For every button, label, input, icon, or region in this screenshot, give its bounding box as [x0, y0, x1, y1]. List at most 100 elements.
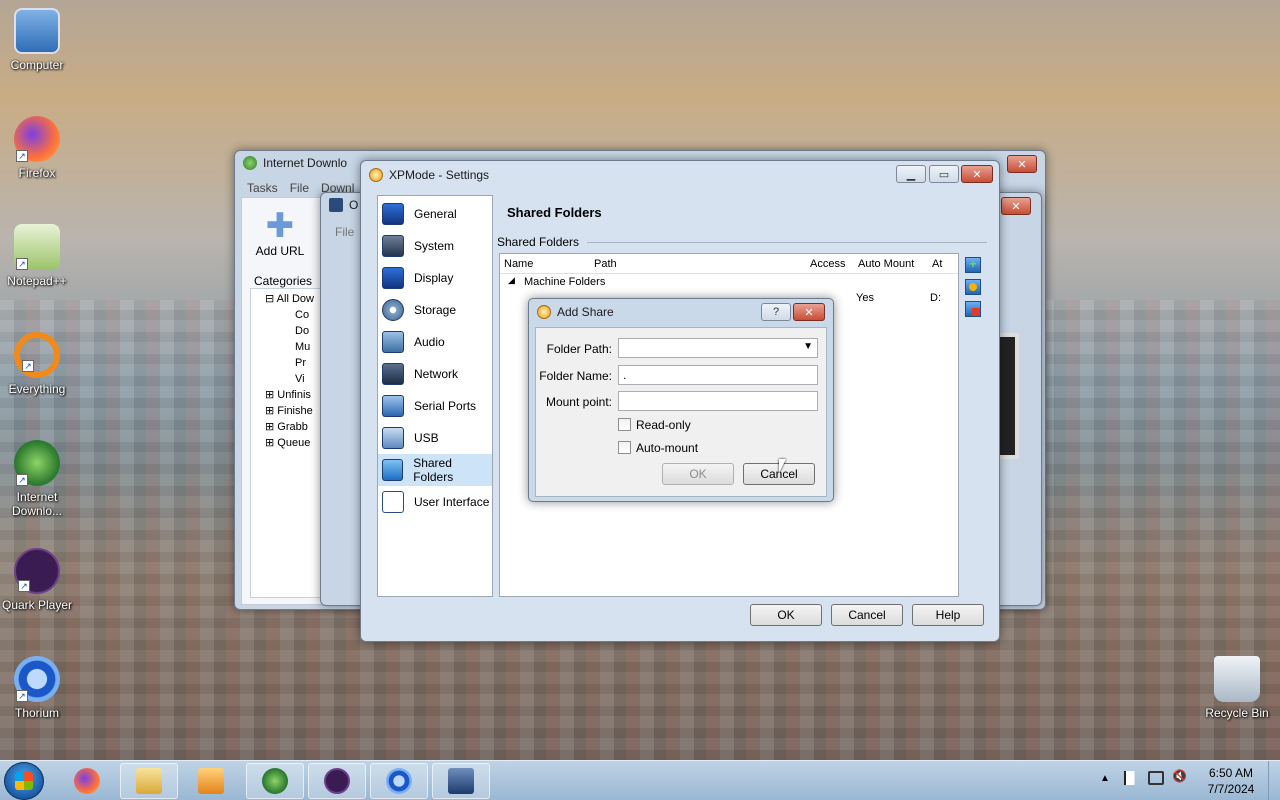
add-share-help-button[interactable]: ?: [761, 303, 791, 321]
nav-system[interactable]: System: [378, 230, 492, 262]
nav-user-interface[interactable]: User Interface: [378, 486, 492, 518]
settings-minimize-button[interactable]: ▁: [896, 165, 926, 183]
nav-storage[interactable]: Storage: [378, 294, 492, 326]
folder-name-input[interactable]: .: [618, 365, 818, 385]
tree-item[interactable]: Do: [255, 323, 325, 339]
add-share-ok-button[interactable]: OK: [662, 463, 734, 485]
vbox-close-button[interactable]: ✕: [1001, 197, 1031, 215]
taskbar-virtualbox[interactable]: [432, 763, 490, 799]
settings-gear-icon: [369, 168, 383, 182]
remove-shared-folder-icon[interactable]: [965, 301, 981, 317]
chevron-down-icon[interactable]: ▼: [803, 341, 813, 352]
nav-general[interactable]: General: [378, 198, 492, 230]
thorium-icon: ↗: [14, 656, 60, 702]
edit-shared-folder-icon[interactable]: [965, 279, 981, 295]
settings-close-button[interactable]: ✕: [961, 165, 993, 183]
tree-item[interactable]: Co: [255, 307, 325, 323]
clock[interactable]: 6:50 AM 7/7/2024: [1198, 765, 1264, 797]
add-shared-folder-icon[interactable]: +: [965, 257, 981, 273]
settings-restore-button[interactable]: ▭: [929, 165, 959, 183]
idm-title: Internet Downlo: [263, 156, 348, 170]
column-path[interactable]: Path: [594, 258, 617, 270]
folder-path-combobox[interactable]: ▼: [618, 338, 818, 358]
table-header: Name Path Access Auto Mount At: [500, 254, 958, 274]
column-access[interactable]: Access: [810, 258, 845, 270]
tree-item[interactable]: Mu: [255, 339, 325, 355]
shared-folders-group-label: Shared Folders: [497, 235, 987, 249]
taskbar-quark[interactable]: [308, 763, 366, 799]
mount-point-label: Mount point:: [545, 395, 612, 409]
desktop-icon-firefox[interactable]: ↗ Firefox: [0, 116, 74, 180]
virtualbox-icon: [329, 198, 343, 212]
column-at[interactable]: At: [932, 258, 942, 270]
categories-tree: ⊟ All Dow Co Do Mu Pr Vi ⊞ Unfinis ⊞ Fin…: [250, 288, 330, 598]
volume-muted-icon[interactable]: 🔇: [1172, 769, 1187, 783]
network-tray-icon[interactable]: [1148, 771, 1164, 785]
idm-menu-tasks[interactable]: Tasks: [247, 181, 278, 195]
taskbar-media[interactable]: [182, 763, 240, 799]
nav-network[interactable]: Network: [378, 358, 492, 390]
tree-item[interactable]: ⊞ Finishe: [255, 403, 325, 419]
desktop-icon-quark-player[interactable]: ↗ Quark Player: [0, 548, 74, 612]
column-auto-mount[interactable]: Auto Mount: [858, 258, 914, 270]
taskbar-idm[interactable]: [246, 763, 304, 799]
nav-audio[interactable]: Audio: [378, 326, 492, 358]
tray-show-hidden-icon[interactable]: ▲: [1100, 773, 1110, 784]
desktop-icon-computer[interactable]: Computer: [0, 8, 74, 72]
windows-logo-icon: [15, 772, 33, 790]
desktop-icon-thorium[interactable]: ↗ Thorium: [0, 656, 74, 720]
usb-icon: [382, 427, 404, 449]
settings-ok-button[interactable]: OK: [750, 604, 822, 626]
nav-serial-ports[interactable]: Serial Ports: [378, 390, 492, 422]
nav-usb[interactable]: USB: [378, 422, 492, 454]
taskbar-firefox[interactable]: [58, 763, 116, 799]
desktop-icon-notepadpp[interactable]: ↗ Notepad++: [0, 224, 74, 288]
nav-shared-folders[interactable]: Shared Folders: [378, 454, 492, 486]
mount-point-input[interactable]: [618, 391, 818, 411]
read-only-label[interactable]: Read-only: [636, 418, 691, 432]
tree-item[interactable]: Pr: [255, 355, 325, 371]
settings-nav: General System Display Storage Audio Net…: [377, 195, 493, 597]
read-only-checkbox[interactable]: [618, 418, 631, 431]
network-icon: [382, 363, 404, 385]
display-icon: [382, 267, 404, 289]
nav-display[interactable]: Display: [378, 262, 492, 294]
clock-date: 7/7/2024: [1207, 782, 1255, 796]
add-url-button[interactable]: ✚ Add URL: [252, 208, 308, 258]
notepadpp-icon: ↗: [14, 224, 60, 270]
table-group-row[interactable]: ◢ Machine Folders: [500, 274, 958, 290]
tree-item[interactable]: ⊞ Grabb: [255, 419, 325, 435]
add-share-dialog[interactable]: Add Share ? ✕ Folder Path: ▼ Folder Name…: [528, 298, 834, 502]
quark-player-icon: ↗: [14, 548, 60, 594]
tree-item[interactable]: ⊟ All Dow: [255, 291, 325, 307]
start-button[interactable]: [4, 762, 44, 800]
auto-mount-label[interactable]: Auto-mount: [636, 441, 698, 455]
folder-path-label: Folder Path:: [546, 342, 612, 356]
media-icon: [198, 768, 224, 794]
internet-download-manager-icon: ↗: [14, 440, 60, 486]
action-center-flag-icon[interactable]: [1124, 771, 1138, 785]
desktop-icon-everything[interactable]: ↗ Everything: [0, 332, 74, 396]
tree-item[interactable]: ⊞ Unfinis: [255, 387, 325, 403]
taskbar: ▲ 🔇 6:50 AM 7/7/2024: [0, 760, 1280, 800]
vbox-menu-file[interactable]: File: [335, 225, 354, 239]
expand-triangle-icon[interactable]: ◢: [508, 275, 515, 286]
system-icon: [382, 235, 404, 257]
taskbar-thorium[interactable]: [370, 763, 428, 799]
settings-title: XPMode - Settings: [389, 168, 490, 182]
firefox-icon: [74, 768, 100, 794]
idm-menu-file[interactable]: File: [290, 181, 309, 195]
idm-close-button[interactable]: ✕: [1007, 155, 1037, 173]
show-desktop-button[interactable]: [1268, 761, 1280, 800]
desktop-icon-internet-download[interactable]: ↗ Internet Downlo...: [0, 440, 74, 518]
settings-help-button[interactable]: Help: [912, 604, 984, 626]
column-name[interactable]: Name: [504, 258, 533, 270]
taskbar-explorer[interactable]: [120, 763, 178, 799]
clock-time: 6:50 AM: [1208, 766, 1254, 780]
tree-item[interactable]: Vi: [255, 371, 325, 387]
auto-mount-checkbox[interactable]: [618, 441, 631, 454]
add-share-close-button[interactable]: ✕: [793, 303, 825, 321]
tree-item[interactable]: ⊞ Queue: [255, 435, 325, 451]
settings-cancel-button[interactable]: Cancel: [831, 604, 903, 626]
desktop-icon-recycle-bin[interactable]: Recycle Bin: [1200, 656, 1274, 720]
